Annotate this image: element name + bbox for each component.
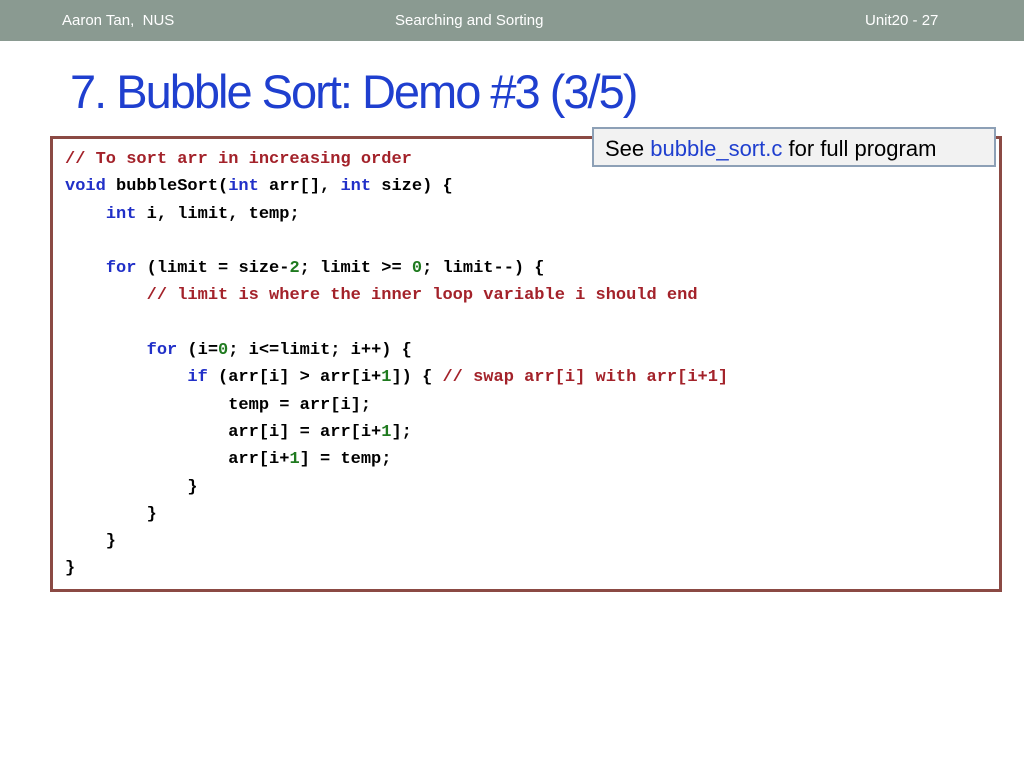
code-line: temp = arr[i]; [65,396,371,415]
slide-number: Unit20 - 27 [865,12,939,29]
code-token: ; limit >= [299,259,412,279]
code-number: 1 [289,450,300,470]
code-token: arr[i] = arr[i+ [65,422,382,442]
code-token: size) { [371,177,453,197]
code-token: (arr[i] > arr[i+ [207,368,382,388]
code-line: } [65,559,75,578]
code-token: ]; [391,422,412,442]
code-token: } [65,559,76,579]
code-number: 1 [381,368,392,388]
code-keyword: for [105,259,137,279]
code-comment: // To sort arr in increasing order [65,150,412,169]
code-line: void bubbleSort(int arr[], int size) { [65,177,453,196]
code-comment: // limit is where the inner loop variabl… [146,286,698,306]
code-comment: // swap arr[i] with arr[i+1] [442,368,729,388]
code-number: 0 [218,341,229,361]
code-token: ; i<=limit; i++) { [228,341,412,361]
code-line: arr[i] = arr[i+1]; [65,423,412,442]
code-keyword: void [65,177,106,197]
header-bar: Aaron Tan, NUS Searching and Sorting Uni… [0,0,1024,41]
code-number: 2 [289,259,300,279]
code-token: ; limit--) { [422,259,545,279]
note-callout: See bubble_sort.c for full program [592,127,996,167]
code-keyword: int [340,177,372,197]
code-line: } [65,477,198,497]
code-line: // limit is where the inner loop variabl… [65,286,698,305]
note-filename: bubble_sort.c [650,136,783,161]
code-listing: // To sort arr in increasing order void … [65,146,728,583]
code-line: for (limit = size-2; limit >= 0; limit--… [65,259,545,278]
code-token: temp = arr[i]; [65,395,372,415]
code-keyword: if [187,368,208,388]
code-token: arr[], [258,177,341,197]
code-line: arr[i+1] = temp; [65,450,391,469]
code-token: } [65,477,198,497]
code-token: } [65,532,117,552]
note-suffix: for full program [782,136,937,161]
code-token: (i= [177,341,219,361]
code-token: ] = temp; [299,450,392,470]
code-line: if (arr[i] > arr[i+1]) { // swap arr[i] … [65,368,728,387]
code-token: ]) { [391,368,443,388]
code-block: // To sort arr in increasing order void … [50,136,1002,592]
code-number: 0 [411,259,423,279]
slide-title: 7. Bubble Sort: Demo #3 (3/5) [70,65,638,118]
code-token: arr[i+ [65,450,290,470]
code-token: (limit = size- [136,259,290,279]
code-line: int i, limit, temp; [65,205,300,224]
code-line: } [65,505,157,524]
code-line: } [65,532,116,551]
code-line: // To sort arr in increasing order [65,150,412,169]
topic-label: Searching and Sorting [395,12,544,29]
code-keyword: for [146,341,178,361]
code-keyword: int [105,204,137,224]
code-keyword: int [228,177,259,197]
note-prefix: See [605,136,651,161]
code-line: for (i=0; i<=limit; i++) { [65,341,412,360]
code-token: i, limit, temp; [136,204,300,224]
code-token: bubbleSort( [105,177,229,197]
code-token: } [65,504,157,524]
code-number: 1 [381,422,392,442]
author-label: Aaron Tan, NUS [62,12,175,29]
